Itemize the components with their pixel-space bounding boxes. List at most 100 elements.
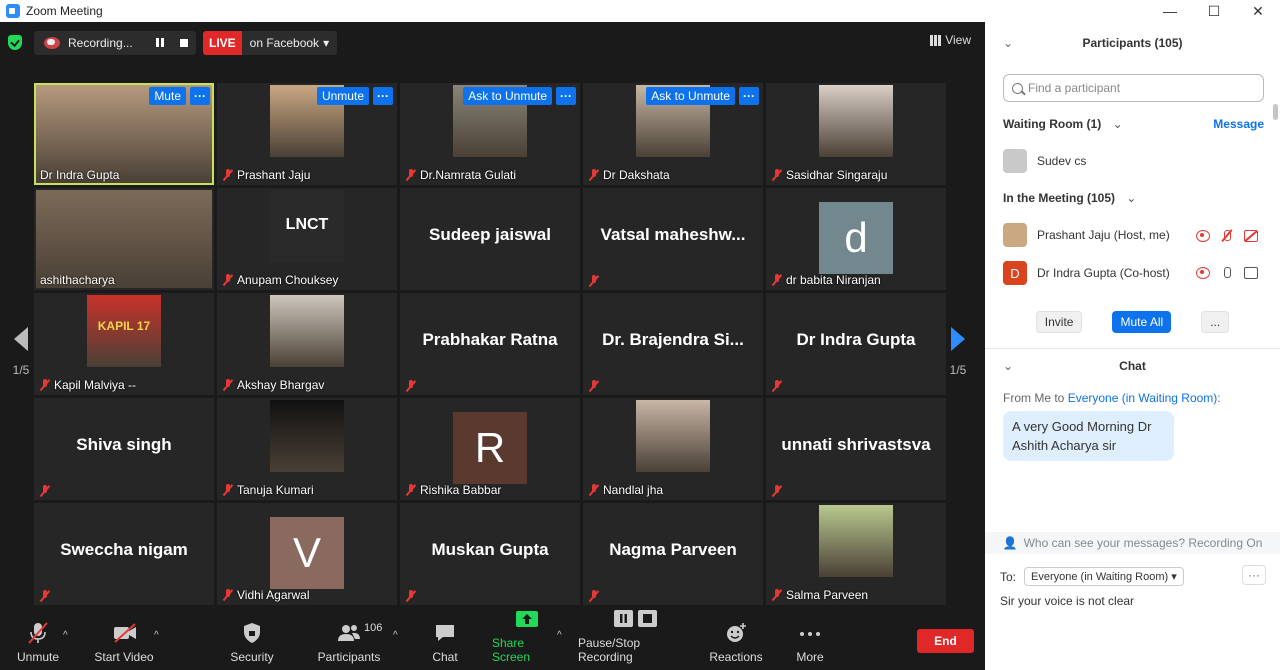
mic-muted-icon [223,589,233,601]
end-meeting-button[interactable]: End [917,629,974,653]
video-tile[interactable]: Prashant Jaju Unmute ··· [217,83,397,185]
participant-display-name: Nagma Parveen [609,540,737,559]
video-tile[interactable]: Prabhakar Ratna [400,293,580,395]
participant-row[interactable]: Prashant Jaju (Host, me) [1003,223,1170,247]
page-indicator-right: 1/5 [949,363,967,377]
live-stream-indicator[interactable]: LIVE on Facebook ▾ [203,31,338,55]
video-tile[interactable]: ashithacharya [34,188,214,290]
video-tile[interactable]: Akshay Bhargav [217,293,397,395]
maximize-button[interactable]: ☐ [1192,0,1236,22]
live-target-label: on Facebook [249,36,320,50]
tile-more-button[interactable]: ··· [739,87,759,105]
video-tile[interactable]: Salma Parveen [766,503,946,605]
participant-name: Rishika Babbar [420,483,502,497]
video-tile[interactable]: d dr babita Niranjan [766,188,946,290]
video-tile[interactable]: unnati shrivastsva [766,398,946,500]
video-tile[interactable]: LNCT Anupam Chouksey [217,188,397,290]
video-tile[interactable]: Nandlal jha [583,398,763,500]
participants-panel: ⌄ Participants (105) Find a participant … [985,22,1280,670]
waiting-room-header[interactable]: Waiting Room (1) ⌄ [1003,117,1123,131]
mic-muted-icon [223,484,233,496]
live-target[interactable]: on Facebook ▾ [241,31,338,55]
tile-action-button[interactable]: Mute [149,87,186,105]
video-tile[interactable]: V Vidhi Agarwal [217,503,397,605]
security-button[interactable]: Security [226,618,278,670]
video-options-caret[interactable]: ^ [154,630,159,641]
scrollbar[interactable] [1273,104,1278,120]
security-label: Security [230,650,274,664]
participant-search-input[interactable]: Find a participant [1003,74,1264,102]
participants-options-caret[interactable]: ^ [393,630,398,641]
in-meeting-header[interactable]: In the Meeting (105) ⌄ [1003,191,1136,205]
minimize-button[interactable]: — [1148,0,1192,22]
tile-name-label: Dr Dakshata [589,168,670,182]
participant-name: Nandlal jha [603,483,664,497]
mic-muted-icon [406,380,416,392]
video-tile[interactable]: R Rishika Babbar [400,398,580,500]
reactions-button[interactable]: Reactions [708,618,764,670]
window-controls: — ☐ ✕ [1148,0,1280,22]
encryption-shield-icon[interactable] [8,35,22,50]
close-button[interactable]: ✕ [1236,0,1280,22]
prev-page-button[interactable]: 1/5 [6,327,36,377]
more-button[interactable]: More [790,618,830,670]
mic-muted-icon [772,589,782,601]
video-tile[interactable]: Nagma Parveen [583,503,763,605]
video-tile[interactable]: Dr Indra Gupta Mute ··· [34,83,214,185]
tile-action-button[interactable]: Ask to Unmute [463,87,552,105]
video-tile[interactable]: Dr. Brajendra Si... [583,293,763,395]
video-tile[interactable]: Dr.Namrata Gulati Ask to Unmute ··· [400,83,580,185]
unmute-button[interactable]: Unmute [16,618,60,670]
chat-button[interactable]: Chat [425,618,465,670]
tile-more-button[interactable]: ··· [556,87,576,105]
pause-stop-label: Pause/Stop Recording [578,636,641,664]
security-shield-icon [240,622,264,644]
waiting-participant-row[interactable]: Sudev cs [1003,149,1086,173]
video-tile[interactable]: Sasidhar Singaraju [766,83,946,185]
video-feed: LNCT [270,190,344,262]
tile-name-label: Salma Parveen [772,588,868,602]
mic-muted-icon[interactable] [1220,230,1234,242]
pause-recording-icon[interactable] [154,37,166,49]
view-button[interactable]: View [930,33,971,47]
video-tile[interactable]: Tanuja Kumari [217,398,397,500]
video-icon [1244,267,1258,279]
participant-row[interactable]: D Dr Indra Gupta (Co-host) [1003,261,1170,285]
tile-action-button[interactable]: Ask to Unmute [646,87,735,105]
to-value: Everyone (in Waiting Room) [1031,571,1169,583]
person-lock-icon: 👤 [1002,536,1018,550]
mic-icon[interactable] [1220,267,1234,279]
tile-action-button[interactable]: Unmute [316,87,369,105]
video-tile[interactable]: Dr Indra Gupta [766,293,946,395]
tile-more-button[interactable]: ··· [190,87,210,105]
invite-button[interactable]: Invite [1035,311,1083,333]
chat-input[interactable]: Sir your voice is not clear [1000,594,1260,608]
video-tile[interactable]: Shiva singh [34,398,214,500]
tile-name-label: Anupam Chouksey [223,273,338,287]
video-tile[interactable]: Dr Dakshata Ask to Unmute ··· [583,83,763,185]
participant-display-name: Muskan Gupta [431,540,549,559]
share-screen-button[interactable]: Share Screen [492,611,562,670]
who-can-see-notice[interactable]: 👤 Who can see your messages? Recording O… [985,532,1280,554]
stop-recording-icon[interactable] [178,37,190,49]
video-tile[interactable]: Sweccha nigam [34,503,214,605]
chat-recipient-select[interactable]: Everyone (in Waiting Room) ▾ [1024,567,1184,586]
start-video-button[interactable]: Start Video [92,618,156,670]
video-off-icon [112,622,136,644]
message-waiting-room-link[interactable]: Message [1213,117,1264,131]
share-options-caret[interactable]: ^ [557,630,562,641]
video-tile[interactable]: KAPIL 17 Kapil Malviya -- [34,293,214,395]
chat-more-button[interactable]: ··· [1242,565,1266,585]
next-page-button[interactable]: 1/5 [943,327,973,377]
more-options-button[interactable]: ... [1201,311,1230,333]
mute-all-button[interactable]: Mute All [1112,311,1172,333]
mic-muted-icon [589,275,599,287]
video-tile[interactable]: Muskan Gupta [400,503,580,605]
tile-name-label: Dr Indra Gupta [40,168,119,182]
tile-more-button[interactable]: ··· [373,87,393,105]
video-tile[interactable]: Vatsal maheshw... [583,188,763,290]
pause-stop-recording-button[interactable]: Pause/Stop Recording [578,610,694,670]
mic-muted-icon [772,169,782,181]
audio-options-caret[interactable]: ^ [63,630,68,641]
video-tile[interactable]: Sudeep jaiswal [400,188,580,290]
